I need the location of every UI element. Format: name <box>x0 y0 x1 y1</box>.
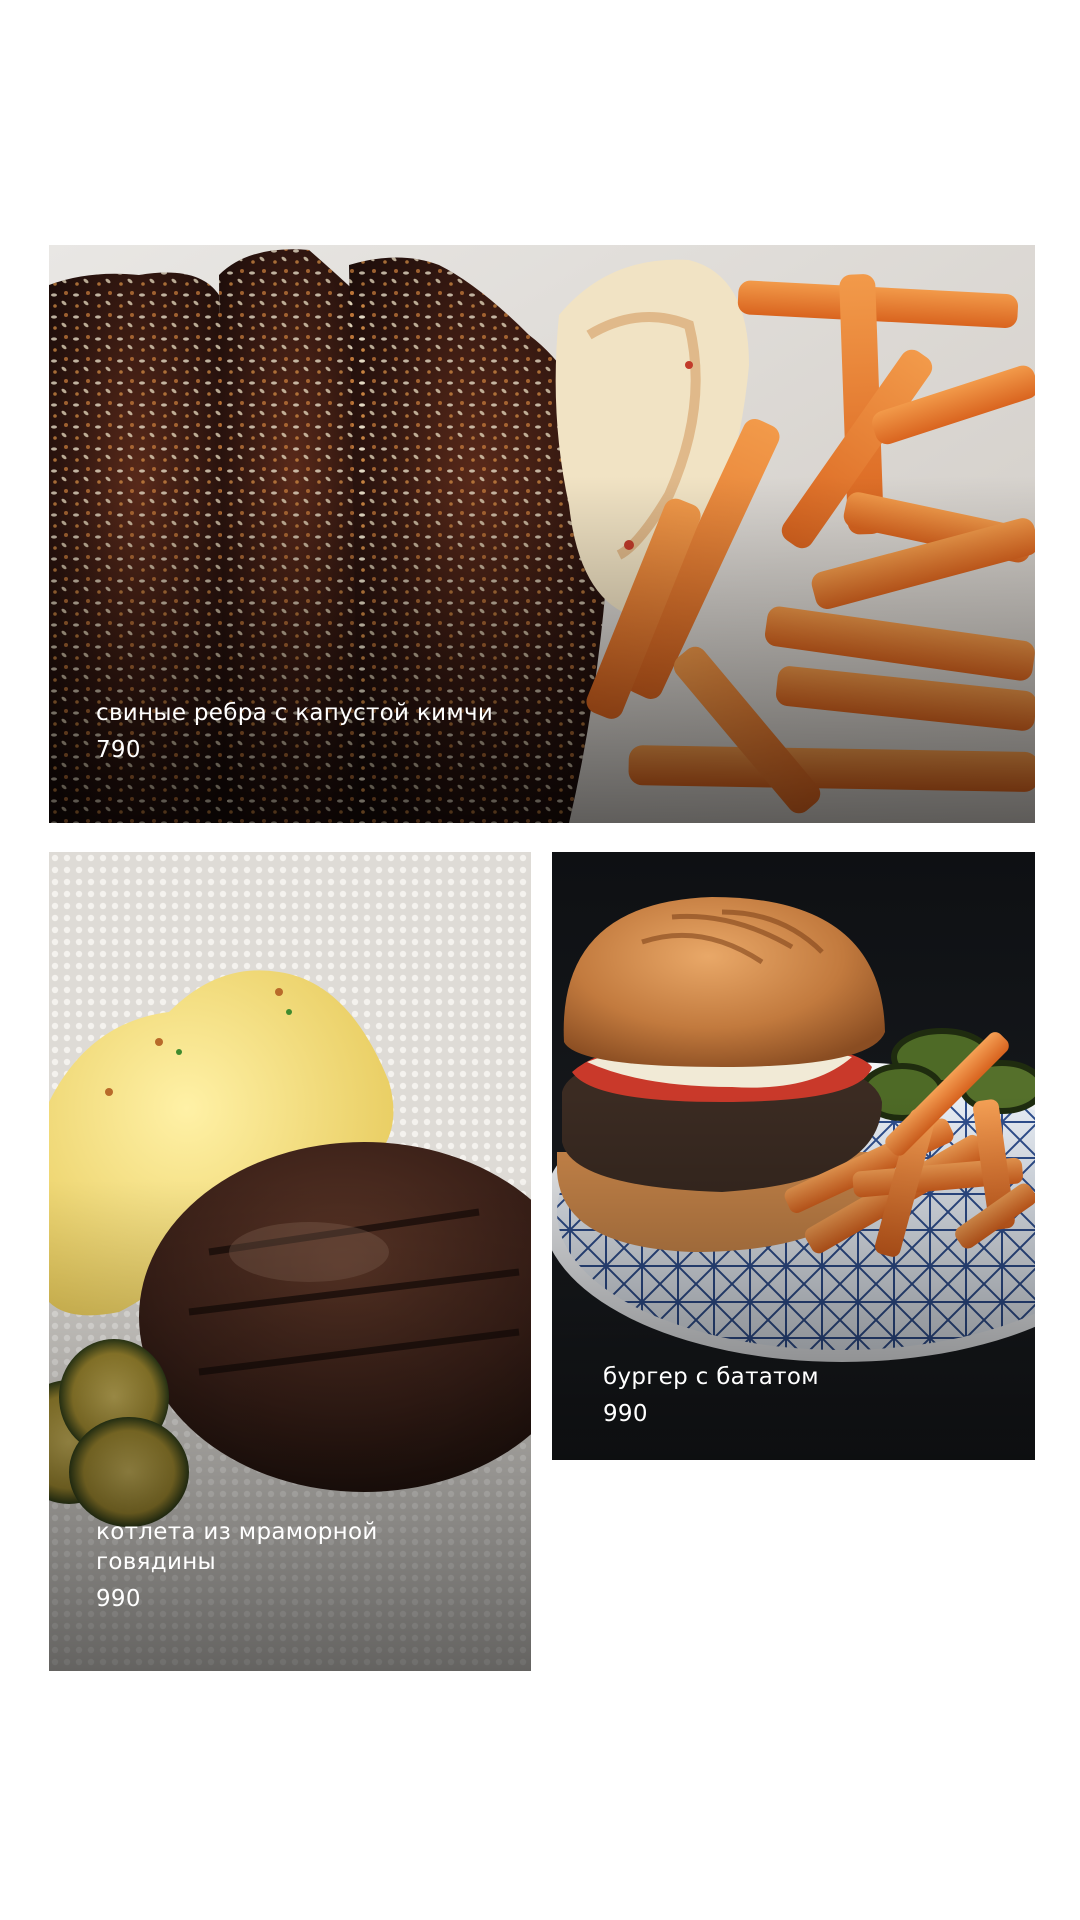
menu-item-price: 990 <box>603 1401 648 1427</box>
menu-item-price: 790 <box>96 737 141 763</box>
menu-item-title: свиные ребра с капустой кимчи <box>96 700 494 726</box>
menu-item-caption: котлета из мраморной говядины 990 <box>96 1517 491 1614</box>
menu-item-price: 990 <box>96 1586 141 1612</box>
menu-item-title: бургер с бататом <box>603 1364 819 1390</box>
menu-item-caption: свиные ребра с капустой кимчи 790 <box>96 698 995 765</box>
menu-item-card-ribs[interactable]: свиные ребра с капустой кимчи 790 <box>49 245 1035 823</box>
menu-item-card-burger[interactable]: бургер с бататом 990 <box>552 852 1035 1460</box>
menu-page: свиные ребра с капустой кимчи 790 котлет… <box>0 0 1080 1920</box>
menu-item-card-cutlet[interactable]: котлета из мраморной говядины 990 <box>49 852 531 1671</box>
menu-item-caption: бургер с бататом 990 <box>603 1362 995 1429</box>
caption-shade <box>49 476 1035 823</box>
menu-item-title: котлета из мраморной говядины <box>96 1519 378 1575</box>
